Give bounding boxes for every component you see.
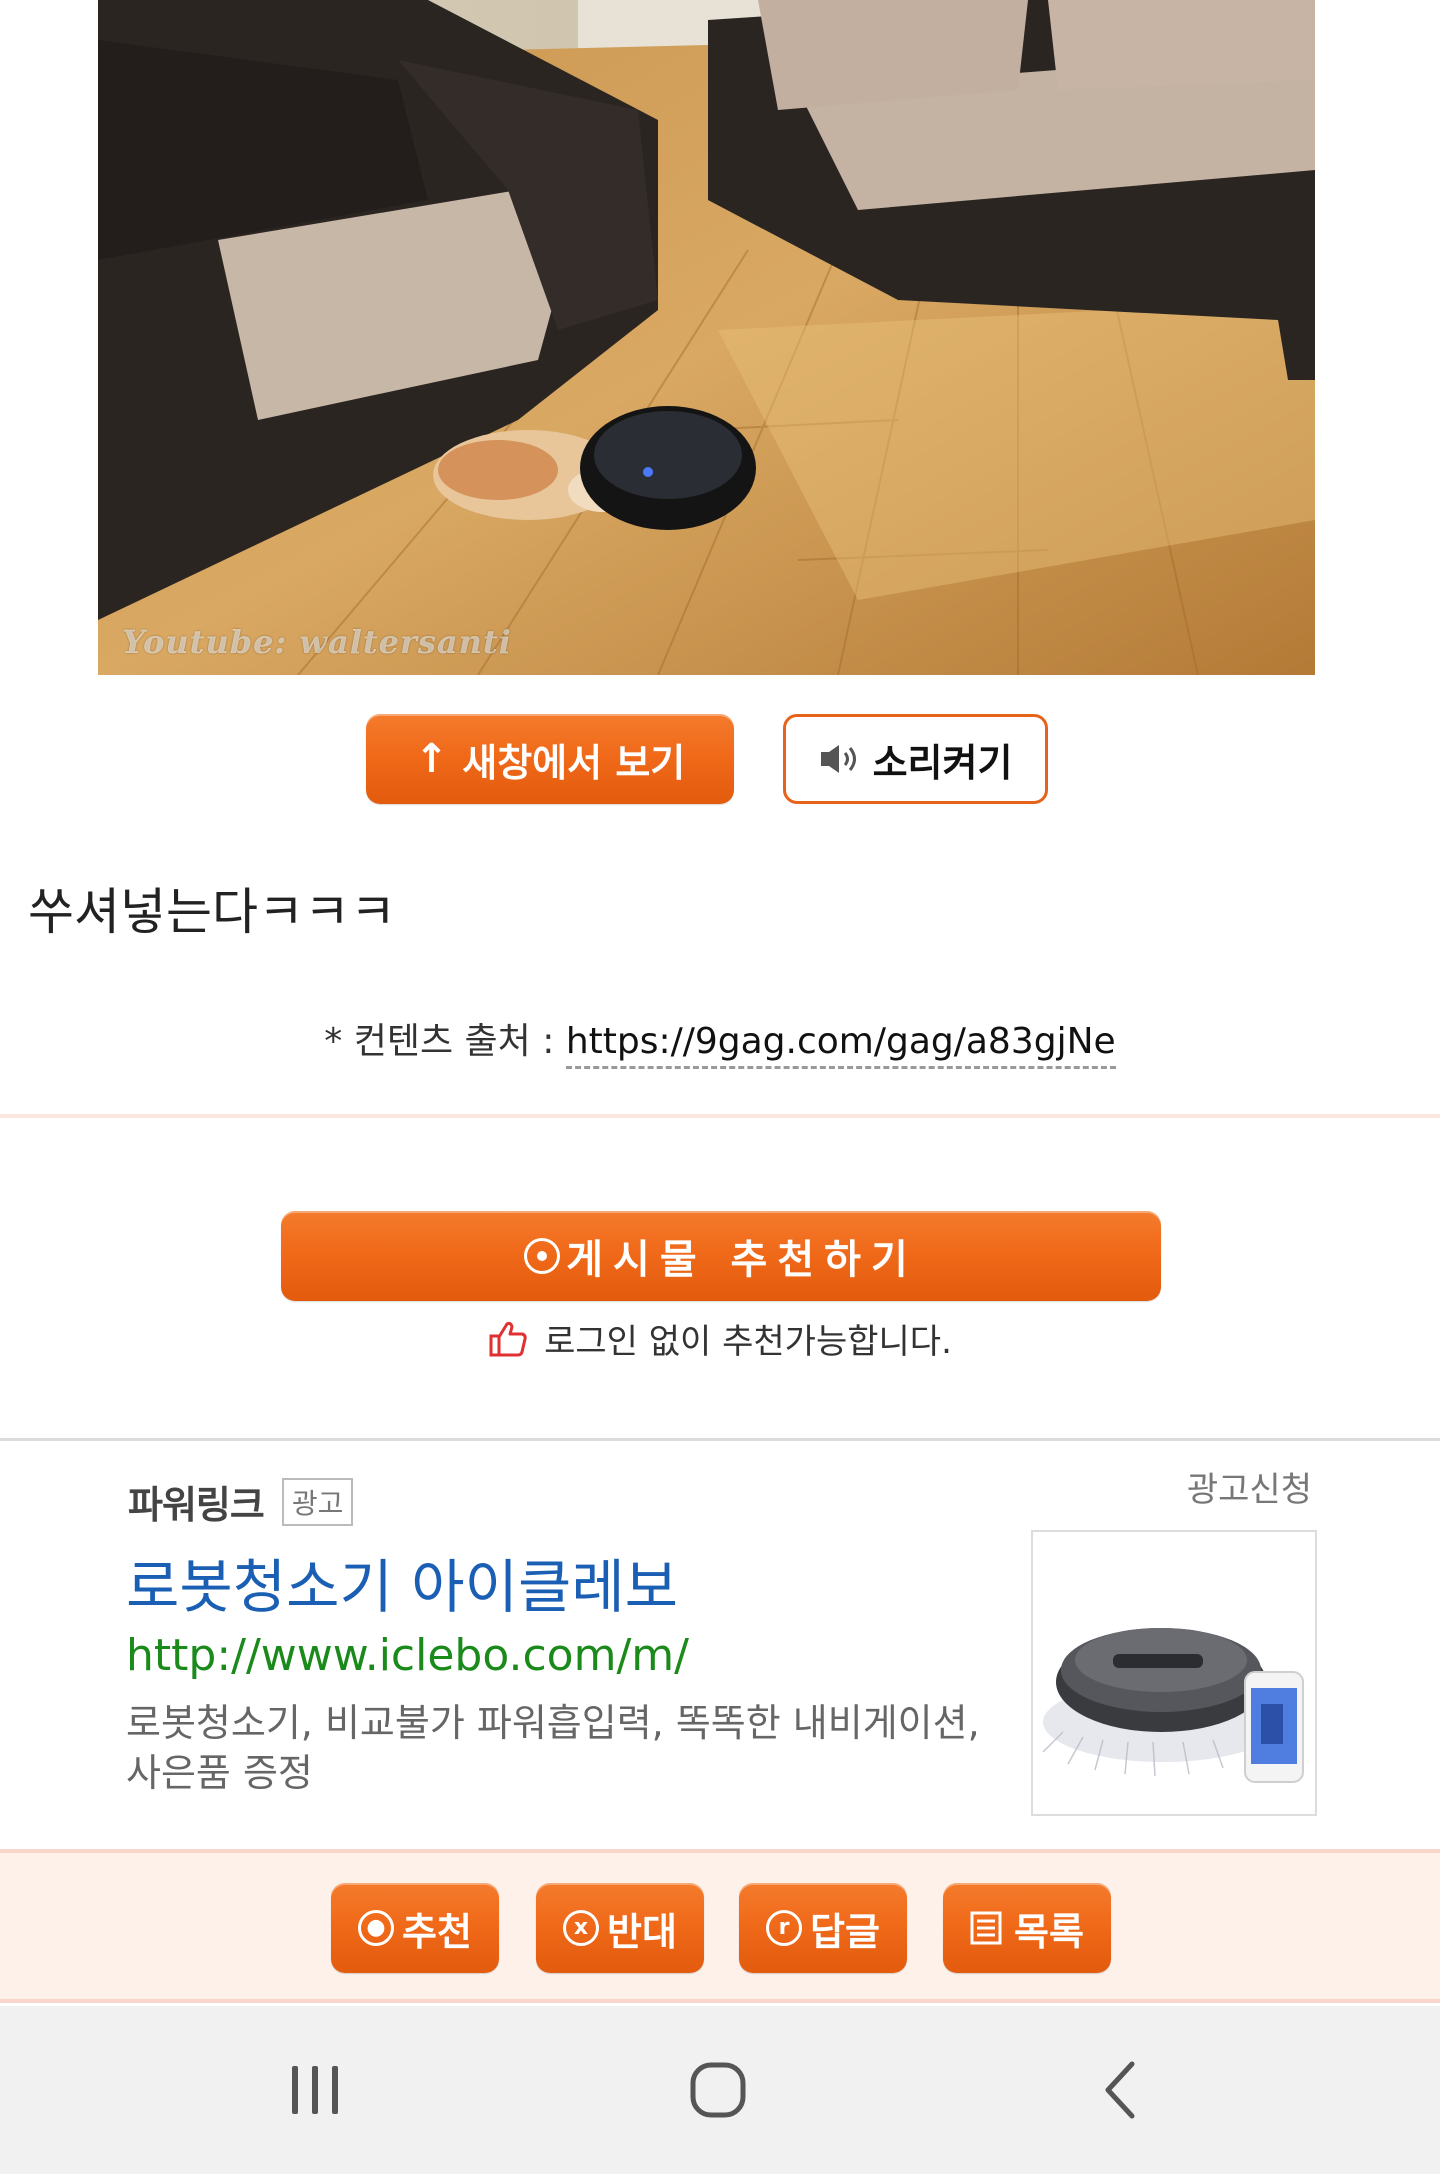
source-link[interactable]: https://9gag.com/gag/a83gjNe <box>565 1021 1116 1069</box>
recommend-note: 로그인 없이 추천가능합니다. <box>0 1314 1440 1363</box>
oppose-button[interactable]: x 반대 <box>536 1883 704 1973</box>
post-action-bar: ● 추천 x 반대 r 답글 목록 <box>0 1849 1440 2003</box>
divider <box>0 1438 1440 1441</box>
recommend-note-text: 로그인 없이 추천가능합니다. <box>544 1322 952 1362</box>
recent-apps-button[interactable] <box>215 2006 415 2174</box>
x-circle-icon: x <box>563 1910 600 1946</box>
divider <box>0 1114 1440 1118</box>
post-body-text: 쑤셔넣는다ㅋㅋㅋ <box>28 883 396 941</box>
list-icon <box>970 1911 1002 1945</box>
recommend-post-label: 게시물 추천하기 <box>566 1237 918 1283</box>
ad-url-link[interactable]: http://www.iclebo.com/m/ <box>126 1630 689 1681</box>
ad-thumbnail[interactable] <box>1031 1530 1317 1816</box>
list-button[interactable]: 목록 <box>943 1883 1111 1973</box>
back-button[interactable] <box>1020 2006 1220 2174</box>
system-navigation-bar <box>0 2006 1440 2174</box>
reply-button[interactable]: r 답글 <box>739 1883 907 1973</box>
content-source: * 컨텐츠 출처 : https://9gag.com/gag/a83gjNe <box>0 1012 1440 1069</box>
recommend-button[interactable]: ● 추천 <box>331 1883 499 1973</box>
recent-apps-icon <box>292 2066 338 2114</box>
speaker-icon <box>820 745 856 773</box>
video-player[interactable]: Youtube: waltersanti <box>98 0 1315 675</box>
ad-header: 파워링크 광고 <box>128 1474 354 1529</box>
home-button[interactable] <box>618 2006 818 2174</box>
video-watermark: Youtube: waltersanti <box>122 623 512 661</box>
recommend-post-button[interactable]: 게시물 추천하기 <box>281 1211 1161 1301</box>
reply-icon: r <box>766 1910 803 1946</box>
recommend-label: 추천 <box>402 1909 472 1954</box>
oppose-label: 반대 <box>607 1909 677 1954</box>
ad-badge: 광고 <box>281 1477 354 1526</box>
ad-description: 로봇청소기, 비교불가 파워흡입력, 똑똑한 내비게이션, 사은품 증정 <box>126 1701 980 1795</box>
back-chevron-icon <box>1105 2061 1135 2119</box>
target-icon <box>524 1238 561 1274</box>
robot-vacuum-image <box>1042 1628 1304 1783</box>
open-new-window-button[interactable]: ↑ 새창에서 보기 <box>366 714 734 804</box>
home-icon <box>690 2062 746 2118</box>
arrow-up-icon: ↑ <box>414 736 449 782</box>
open-new-window-label: 새창에서 보기 <box>462 740 686 785</box>
thumbs-up-icon <box>489 1321 527 1356</box>
list-label: 목록 <box>1014 1909 1084 1954</box>
video-frame-image <box>98 0 1315 675</box>
source-label: * 컨텐츠 출처 : <box>324 1021 555 1062</box>
ad-title-link[interactable]: 로봇청소기 아이클레보 <box>126 1540 678 1624</box>
target-icon: ● <box>358 1910 395 1946</box>
ad-apply-link[interactable]: 광고신청 <box>1187 1462 1312 1511</box>
sound-on-label: 소리켜기 <box>872 740 1013 785</box>
powerlink-label: 파워링크 <box>128 1483 265 1527</box>
reply-label: 답글 <box>810 1909 880 1954</box>
sound-on-button[interactable]: 소리켜기 <box>783 714 1048 804</box>
